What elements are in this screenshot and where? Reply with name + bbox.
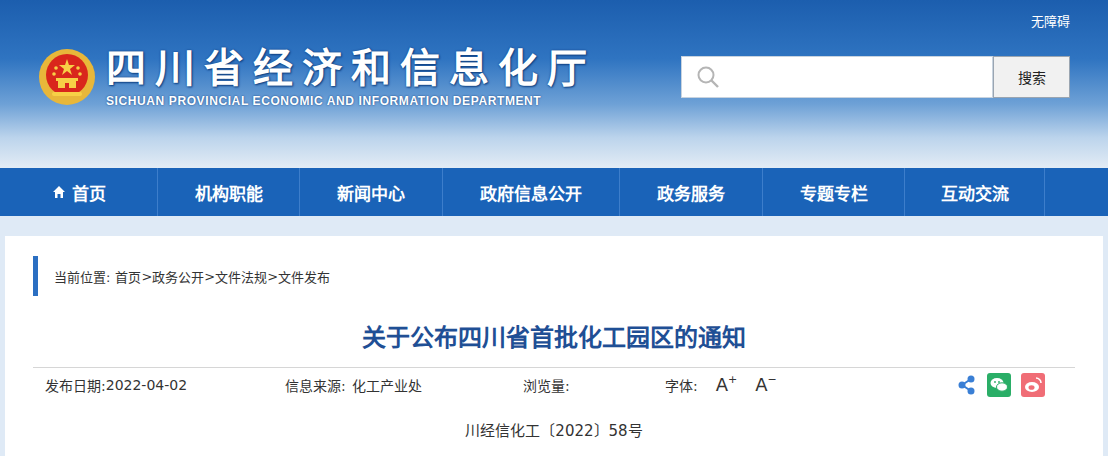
search-bar: 搜索 <box>681 56 1070 98</box>
view-count: 浏览量: <box>523 375 665 395</box>
source-value: 化工产业处 <box>352 375 422 395</box>
share-icon[interactable] <box>957 374 977 396</box>
site-subtitle: SICHUAN PROVINCIAL ECONOMIC AND INFORMAT… <box>106 94 596 108</box>
header-main: 四川省经济和信息化厅 SICHUAN PROVINCIAL ECONOMIC AN… <box>0 30 1108 108</box>
document-number: 川经信化工〔2022〕58号 <box>33 399 1075 440</box>
publish-date: 发布日期:2022-04-02 <box>45 375 285 395</box>
home-icon <box>52 185 66 199</box>
article-title: 关于公布四川省首批化工园区的通知 <box>33 296 1075 367</box>
content-area: 当前位置:首页>政务公开>文件法规>文件发布关于公布四川省首批化工园区的通知发布… <box>0 216 1108 456</box>
nav-label: 互动交流 <box>941 180 1009 205</box>
breadcrumb-separator: > <box>141 269 152 284</box>
brand-text: 四川省经济和信息化厅 SICHUAN PROVINCIAL ECONOMIC AN… <box>106 46 596 108</box>
site-header: 无障碍四川省经济和信息化厅 SICHUAN PROVINCIAL ECONOMIC… <box>0 0 1108 168</box>
emblem-icon <box>38 48 96 106</box>
font-size-button[interactable]: A+ <box>716 374 738 395</box>
search-field[interactable] <box>681 56 993 98</box>
font-sign: + <box>728 374 737 385</box>
nav-label: 政务服务 <box>657 180 725 205</box>
wechat-icon[interactable] <box>987 373 1011 397</box>
font-letter: A <box>716 374 728 395</box>
breadcrumb-link[interactable]: 首页 <box>115 267 141 286</box>
nav-item[interactable]: 政务服务 <box>620 168 763 216</box>
weibo-icon[interactable] <box>1021 373 1045 397</box>
brand[interactable]: 四川省经济和信息化厅 SICHUAN PROVINCIAL ECONOMIC AN… <box>38 46 596 108</box>
nav-item[interactable]: 政府信息公开 <box>443 168 620 216</box>
views-label: 浏览量: <box>523 375 570 395</box>
share-icons <box>957 373 1045 397</box>
site-title: 四川省经济和信息化厅 <box>106 46 596 90</box>
content-panel: 当前位置:首页>政务公开>文件法规>文件发布关于公布四川省首批化工园区的通知发布… <box>5 236 1103 456</box>
nav-item[interactable]: 专题专栏 <box>763 168 905 216</box>
font-sign: − <box>768 374 777 385</box>
date-label: 发布日期: <box>45 375 106 395</box>
nav-item[interactable]: 互动交流 <box>905 168 1045 216</box>
article-meta: 发布日期:2022-04-02信息来源:化工产业处浏览量:字体:A+A− <box>33 367 1075 399</box>
info-source: 信息来源: 化工产业处 <box>285 375 523 395</box>
breadcrumb-label: 当前位置: <box>54 267 110 286</box>
nav-label: 机构职能 <box>195 180 263 205</box>
font-size-button[interactable]: A− <box>755 374 777 395</box>
accessibility-link[interactable]: 无障碍 <box>1031 11 1070 30</box>
main-nav: 首页 机构职能 新闻中心 政府信息公开 政务服务 专题专栏 互动交流 <box>0 168 1108 216</box>
font-size-control: 字体:A+A− <box>665 374 957 395</box>
nav-label: 首页 <box>72 180 106 205</box>
nav-label: 专题专栏 <box>800 180 868 205</box>
nav-label: 新闻中心 <box>337 180 405 205</box>
breadcrumb-link[interactable]: 政务公开 <box>152 267 204 286</box>
font-letter: A <box>755 374 767 395</box>
search-button[interactable]: 搜索 <box>993 56 1070 98</box>
breadcrumb-separator: > <box>267 269 278 284</box>
breadcrumb-separator: > <box>204 269 215 284</box>
font-label: 字体: <box>665 375 698 395</box>
breadcrumb-link[interactable]: 文件法规 <box>215 267 267 286</box>
search-icon <box>696 65 720 89</box>
breadcrumb: 当前位置:首页>政务公开>文件法规>文件发布 <box>33 256 1075 296</box>
breadcrumb-link[interactable]: 文件发布 <box>278 267 330 286</box>
date-value: 2022-04-02 <box>106 377 187 393</box>
nav-item[interactable]: 新闻中心 <box>300 168 443 216</box>
nav-item[interactable]: 机构职能 <box>158 168 300 216</box>
source-label: 信息来源: <box>285 375 346 395</box>
nav-label: 政府信息公开 <box>480 180 582 205</box>
top-row: 无障碍 <box>0 0 1108 30</box>
nav-item[interactable]: 首页 <box>0 168 158 216</box>
